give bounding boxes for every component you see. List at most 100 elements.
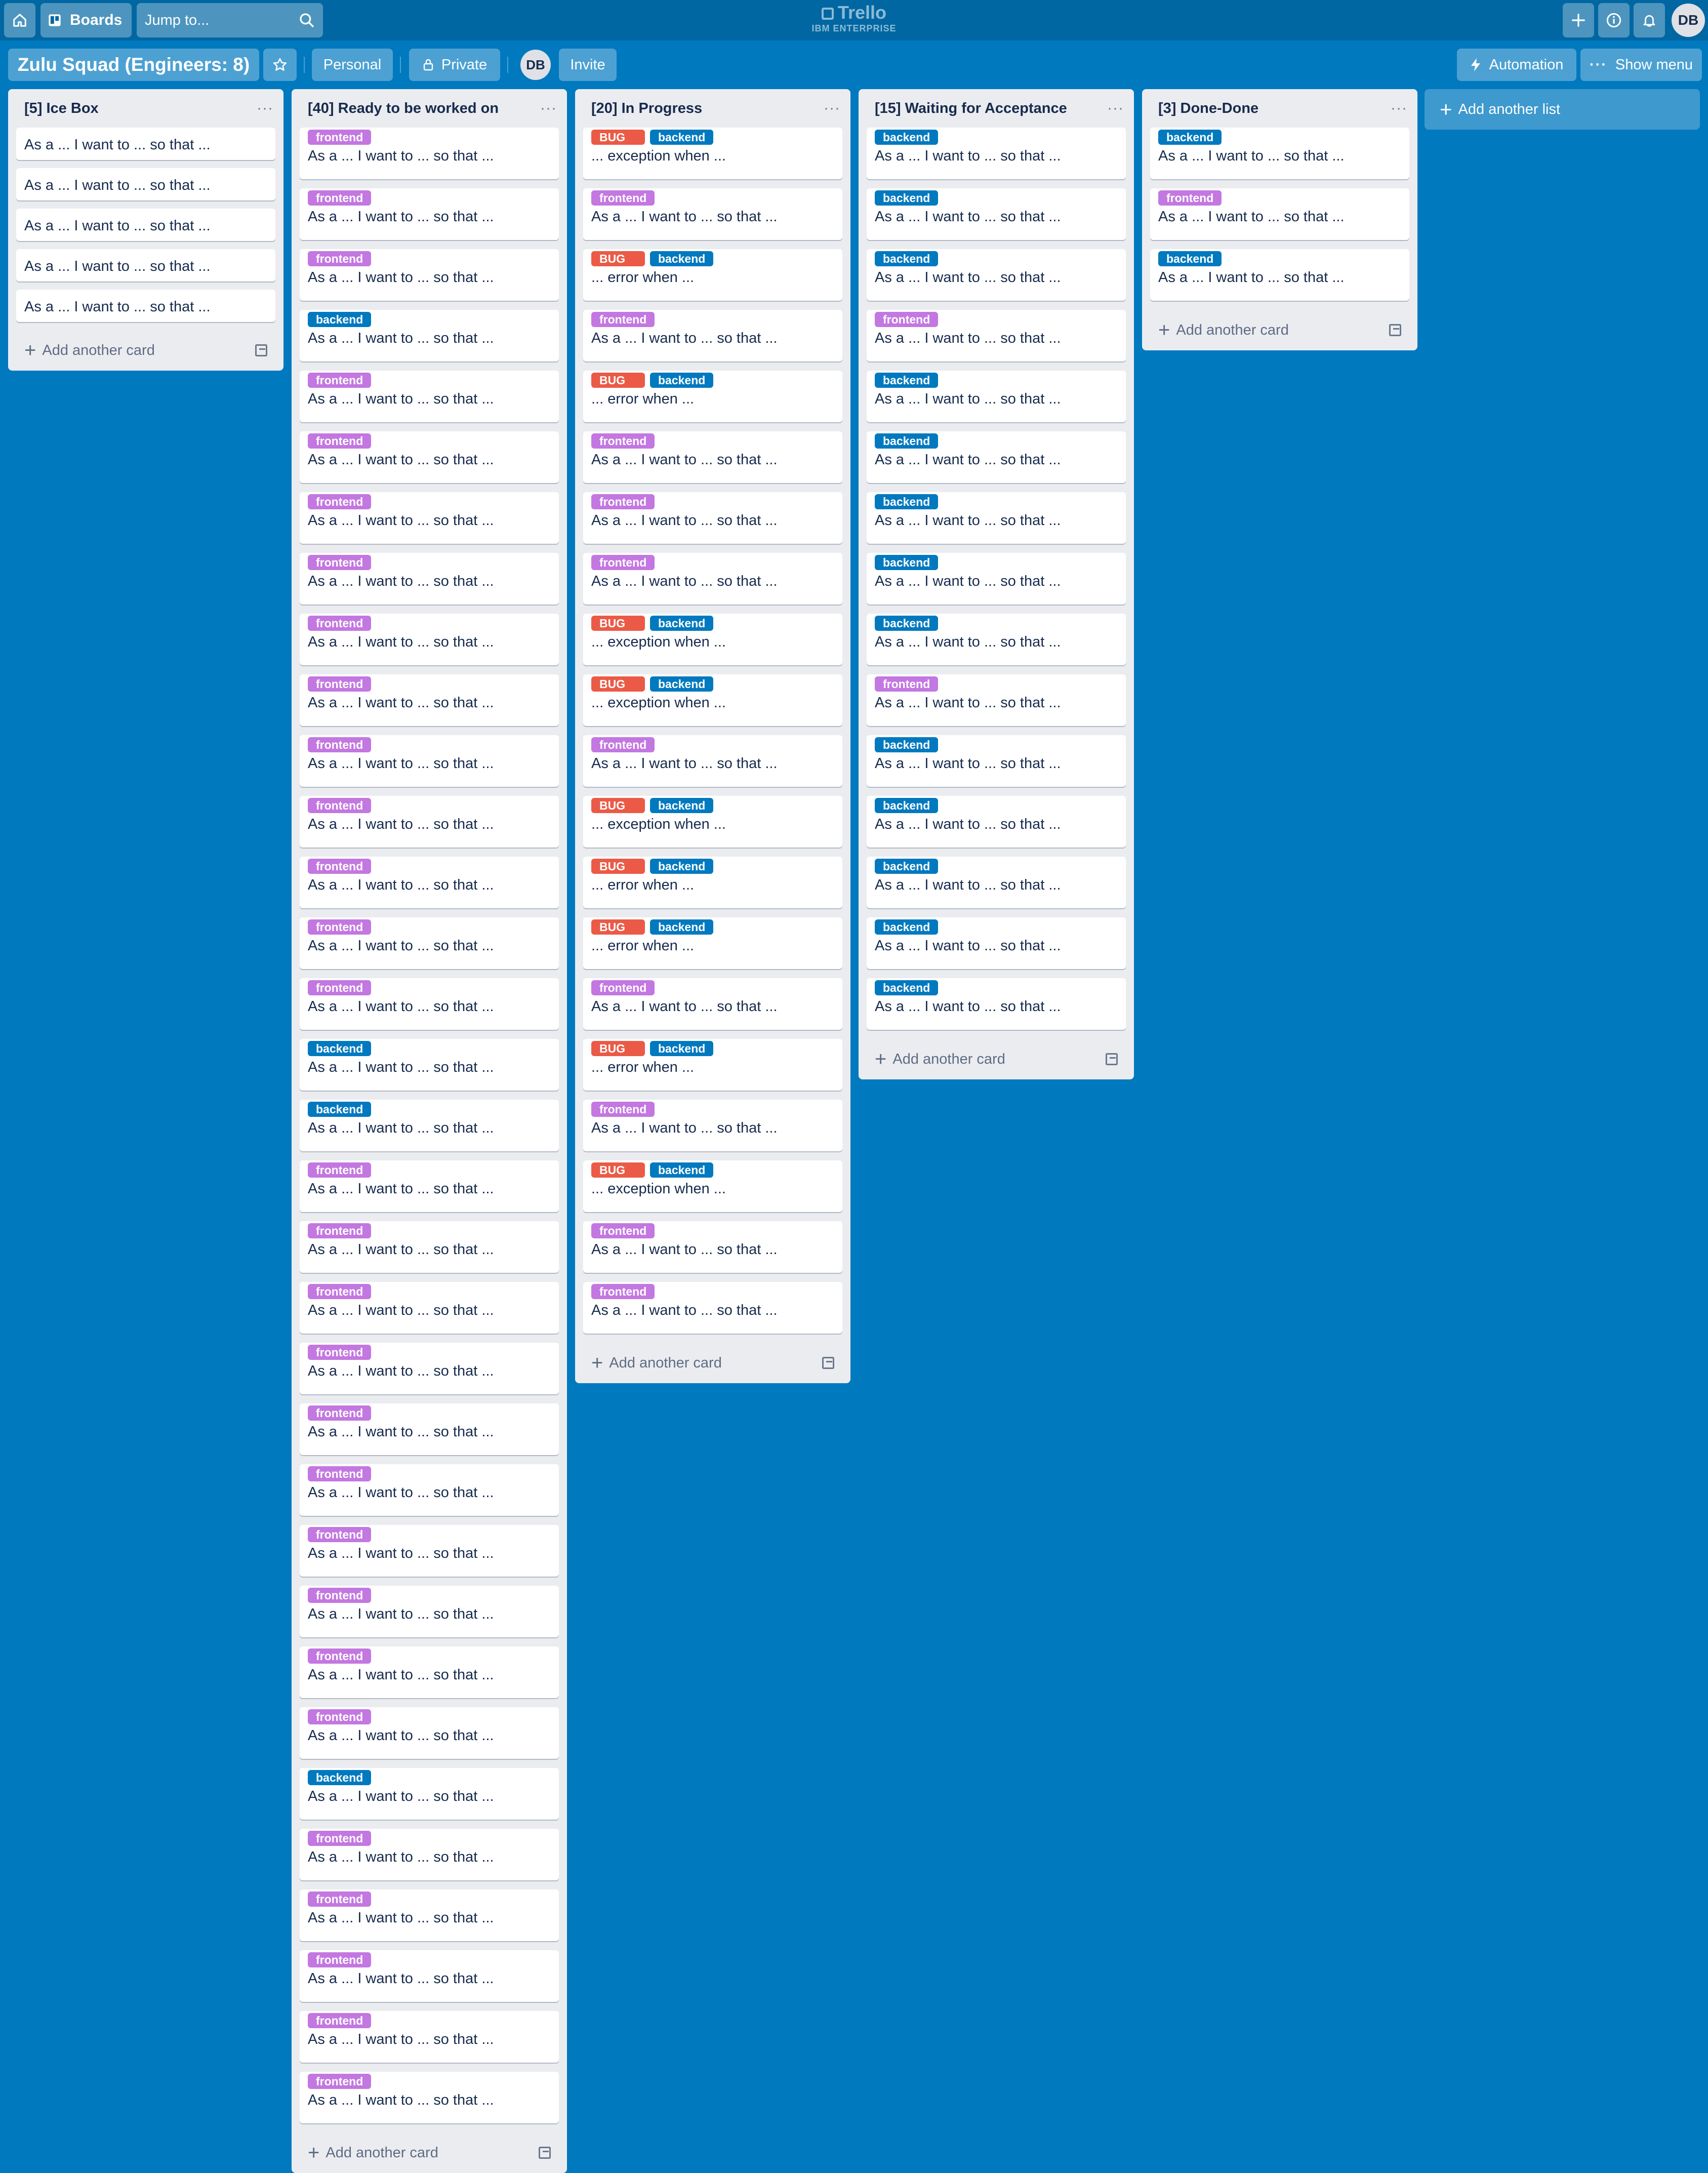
label-frontend[interactable]: frontend — [308, 1831, 372, 1846]
notifications-button[interactable] — [1634, 3, 1665, 37]
label-backend[interactable]: backend — [875, 130, 939, 145]
label-frontend[interactable]: frontend — [591, 1284, 655, 1299]
card[interactable]: frontend As a ... I want to ... so that .… — [300, 674, 559, 726]
label-bug[interactable]: BUG — [591, 130, 645, 145]
card[interactable]: frontend As a ... I want to ... so that .… — [300, 431, 559, 483]
card[interactable]: frontend As a ... I want to ... so that .… — [300, 1160, 559, 1212]
label-bug[interactable]: BUG — [591, 616, 645, 631]
label-frontend[interactable]: frontend — [308, 555, 372, 570]
list-header[interactable]: [15] Waiting for Acceptance ··· — [867, 89, 1126, 128]
card[interactable]: backend As a ... I want to ... so that ..… — [300, 1768, 559, 1820]
label-backend[interactable]: backend — [875, 494, 939, 509]
label-backend[interactable]: backend — [875, 555, 939, 570]
card[interactable]: frontend As a ... I want to ... so that .… — [583, 1221, 842, 1273]
label-backend[interactable]: backend — [1158, 251, 1222, 266]
label-backend[interactable]: backend — [1158, 130, 1222, 145]
card[interactable]: backend As a ... I want to ... so that ..… — [867, 188, 1126, 240]
trello-logo[interactable]: Trello IBM ENTERPRISE — [803, 2, 905, 38]
label-frontend[interactable]: frontend — [308, 1284, 372, 1299]
label-frontend[interactable]: frontend — [591, 555, 655, 570]
card[interactable]: frontend As a ... I want to ... so that .… — [583, 1100, 842, 1151]
card[interactable]: frontend As a ... I want to ... so that .… — [300, 1343, 559, 1394]
card[interactable]: backend As a ... I want to ... so that ..… — [867, 431, 1126, 483]
card-template-icon[interactable] — [1389, 324, 1401, 336]
card[interactable]: frontend As a ... I want to ... so that .… — [300, 614, 559, 665]
card[interactable]: frontend As a ... I want to ... so that .… — [583, 431, 842, 483]
card[interactable]: frontend As a ... I want to ... so that .… — [300, 188, 559, 240]
label-frontend[interactable]: frontend — [591, 433, 655, 449]
card[interactable]: backend As a ... I want to ... so that ..… — [867, 371, 1126, 422]
label-backend[interactable]: backend — [875, 190, 939, 206]
add-card-button[interactable]: + Add another card — [16, 330, 275, 371]
card[interactable]: As a ... I want to ... so that ... — [16, 249, 275, 281]
label-frontend[interactable]: frontend — [308, 980, 372, 995]
add-card-button[interactable]: + Add another card — [1150, 310, 1409, 350]
label-backend[interactable]: backend — [650, 1162, 714, 1178]
label-frontend[interactable]: frontend — [308, 130, 372, 145]
card[interactable]: backend As a ... I want to ... so that ..… — [1150, 128, 1409, 179]
label-frontend[interactable]: frontend — [308, 1648, 372, 1664]
label-backend[interactable]: backend — [650, 676, 714, 692]
add-list-button[interactable]: + Add another list — [1425, 89, 1700, 130]
list-title[interactable]: [5] Ice Box — [24, 100, 99, 117]
card[interactable]: frontend As a ... I want to ... so that .… — [583, 188, 842, 240]
card-template-icon[interactable] — [539, 2147, 551, 2159]
list-title[interactable]: [15] Waiting for Acceptance — [875, 100, 1067, 117]
card[interactable]: As a ... I want to ... so that ... — [16, 128, 275, 160]
jump-to-search[interactable]: Jump to... — [137, 3, 323, 37]
card[interactable]: frontend As a ... I want to ... so that .… — [300, 857, 559, 908]
label-bug[interactable]: BUG — [591, 676, 645, 692]
card[interactable]: frontend As a ... I want to ... so that .… — [867, 310, 1126, 361]
card[interactable]: backend As a ... I want to ... so that ..… — [867, 614, 1126, 665]
list-header[interactable]: [5] Ice Box ··· — [16, 89, 275, 128]
list-menu-icon[interactable]: ··· — [1107, 100, 1124, 117]
card[interactable]: BUG backend ... exception when ... — [583, 1160, 842, 1212]
card[interactable]: frontend As a ... I want to ... so that .… — [867, 674, 1126, 726]
label-backend[interactable]: backend — [308, 312, 372, 327]
card[interactable]: BUG backend ... exception when ... — [583, 614, 842, 665]
label-backend[interactable]: backend — [650, 251, 714, 266]
card[interactable]: frontend As a ... I want to ... so that .… — [583, 1282, 842, 1334]
card[interactable]: backend As a ... I want to ... so that ..… — [867, 249, 1126, 301]
label-frontend[interactable]: frontend — [308, 433, 372, 449]
card[interactable]: BUG backend ... exception when ... — [583, 674, 842, 726]
list-title[interactable]: [40] Ready to be worked on — [308, 100, 499, 117]
card[interactable]: frontend As a ... I want to ... so that .… — [300, 1464, 559, 1516]
automation-button[interactable]: Automation — [1457, 49, 1576, 81]
card[interactable]: frontend As a ... I want to ... so that .… — [1150, 188, 1409, 240]
card[interactable]: backend As a ... I want to ... so that ..… — [867, 857, 1126, 908]
card[interactable]: backend As a ... I want to ... so that ..… — [1150, 249, 1409, 301]
label-backend[interactable]: backend — [650, 130, 714, 145]
card[interactable]: frontend As a ... I want to ... so that .… — [300, 1829, 559, 1880]
list-title[interactable]: [20] In Progress — [591, 100, 702, 117]
list-menu-icon[interactable]: ··· — [1391, 100, 1407, 117]
team-visibility-button[interactable]: Personal — [312, 49, 393, 81]
card[interactable]: backend As a ... I want to ... so that ..… — [300, 1039, 559, 1091]
card[interactable]: frontend As a ... I want to ... so that .… — [300, 1525, 559, 1577]
card[interactable]: backend As a ... I want to ... so that ..… — [867, 917, 1126, 969]
card[interactable]: frontend As a ... I want to ... so that .… — [300, 249, 559, 301]
card[interactable]: BUG backend ... error when ... — [583, 371, 842, 422]
label-backend[interactable]: backend — [308, 1041, 372, 1056]
label-frontend[interactable]: frontend — [308, 373, 372, 388]
label-backend[interactable]: backend — [875, 433, 939, 449]
label-frontend[interactable]: frontend — [875, 676, 939, 692]
label-frontend[interactable]: frontend — [308, 1952, 372, 1967]
label-frontend[interactable]: frontend — [1158, 190, 1222, 206]
label-frontend[interactable]: frontend — [308, 676, 372, 692]
label-frontend[interactable]: frontend — [308, 251, 372, 266]
info-button[interactable] — [1598, 3, 1630, 37]
label-backend[interactable]: backend — [875, 737, 939, 752]
card-template-icon[interactable] — [255, 344, 267, 356]
card[interactable]: frontend As a ... I want to ... so that .… — [300, 2011, 559, 2063]
label-bug[interactable]: BUG — [591, 919, 645, 935]
label-frontend[interactable]: frontend — [591, 190, 655, 206]
card[interactable]: BUG backend ... error when ... — [583, 857, 842, 908]
card[interactable]: backend As a ... I want to ... so that ..… — [867, 553, 1126, 605]
card[interactable]: frontend As a ... I want to ... so that .… — [300, 492, 559, 544]
label-backend[interactable]: backend — [308, 1770, 372, 1785]
card[interactable]: frontend As a ... I want to ... so that .… — [300, 553, 559, 605]
card[interactable]: As a ... I want to ... so that ... — [16, 209, 275, 241]
label-backend[interactable]: backend — [875, 859, 939, 874]
label-frontend[interactable]: frontend — [591, 1102, 655, 1117]
